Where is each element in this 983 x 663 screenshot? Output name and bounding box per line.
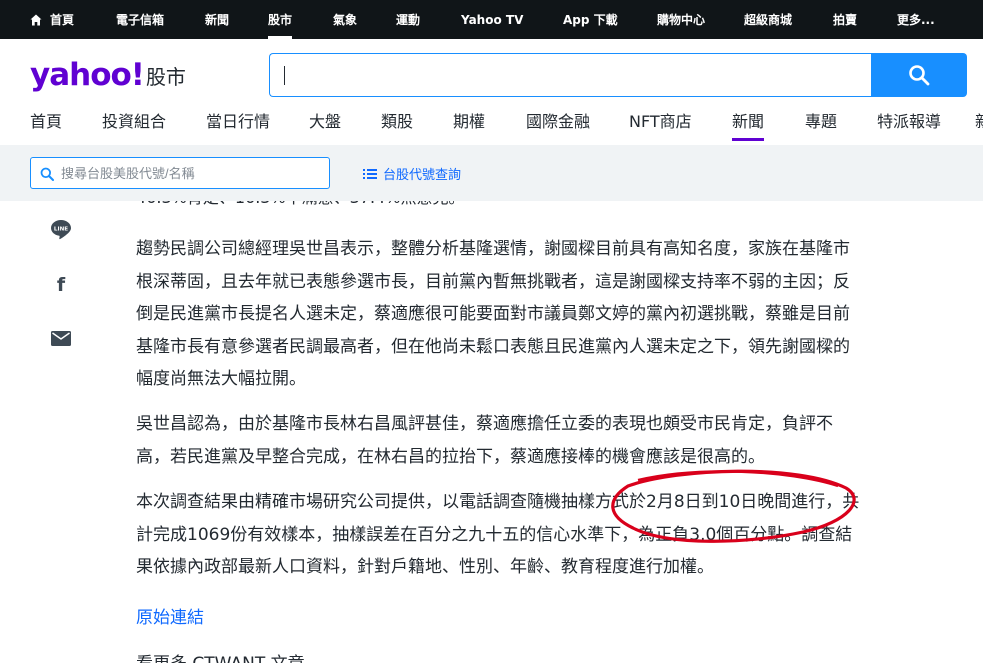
topnav-home[interactable]: 首頁 <box>30 0 74 39</box>
source-link[interactable]: 原始連結 <box>136 603 204 628</box>
yahoo-stock-logo[interactable]: yahoo! 股市 <box>30 56 186 92</box>
tab-news[interactable]: 新聞 <box>732 107 765 141</box>
yahoo-logo-text: yahoo! <box>30 57 145 93</box>
share-mail-button[interactable] <box>48 325 74 351</box>
topnav-mail[interactable]: 電子信箱 <box>116 0 164 39</box>
stock-search-input[interactable] <box>31 158 329 188</box>
share-line-button[interactable]: LINE <box>48 216 74 242</box>
article-paragraph: 吳世昌認為，由於基隆市長林右昌風評甚佳，蔡適應擔任立委的表現也頗受市民肯定，負評… <box>136 414 833 467</box>
tab-sectors[interactable]: 類股 <box>381 107 413 141</box>
topnav-sports[interactable]: 運動 <box>396 0 420 39</box>
tab-options[interactable]: 期權 <box>453 107 485 141</box>
tab-topics[interactable]: 專題 <box>805 107 837 141</box>
topnav-stocks[interactable]: 股市 <box>268 0 293 39</box>
topnav-app-download[interactable]: App 下載 <box>563 0 618 39</box>
main-search-box[interactable] <box>269 53 871 97</box>
logo-section-label: 股市 <box>145 65 186 89</box>
tab-daily-quotes[interactable]: 當日行情 <box>206 107 270 141</box>
topnav-auction[interactable]: 拍賣 <box>833 0 857 39</box>
cut-off-line: 46.3%肯定、16.3%不滿意、37.4%無意見。 <box>136 201 465 209</box>
more-articles-heading: 看更多 CTWANT 文章 <box>136 649 305 663</box>
stock-search-box[interactable] <box>30 157 330 189</box>
facebook-icon-text: f <box>57 274 66 294</box>
line-icon: LINE <box>51 219 71 239</box>
top-navigation-bar: 首頁 電子信箱 新聞 股市 氣象 運動 Yahoo TV App 下載 購物中心… <box>0 0 983 39</box>
tab-special-reports[interactable]: 特派報導 <box>877 107 941 141</box>
tab-new-cutoff[interactable]: 新 <box>975 107 983 141</box>
topnav-yahoo-tv[interactable]: Yahoo TV <box>461 0 523 39</box>
topnav-more[interactable]: 更多... <box>897 0 935 39</box>
tab-portfolio[interactable]: 投資組合 <box>102 107 166 141</box>
text-caret <box>284 66 285 85</box>
topnav-shopping[interactable]: 購物中心 <box>657 0 705 39</box>
article-body: 46.3%肯定、16.3%不滿意、37.4%無意見。 趨勢民調公司總經理吳世昌表… <box>136 201 860 663</box>
stock-code-lookup-label: 台股代號查詢 <box>383 168 462 183</box>
topnav-weather[interactable]: 氣象 <box>333 0 357 39</box>
stock-code-lookup-link[interactable]: 台股代號查詢 <box>363 164 461 183</box>
share-facebook-button[interactable]: f <box>48 271 74 297</box>
tab-home[interactable]: 首頁 <box>30 107 62 141</box>
mail-icon <box>51 330 71 346</box>
home-icon <box>30 14 42 26</box>
article-paragraph: 趨勢民調公司總經理吳世昌表示，整體分析基隆選情，謝國樑目前具有高知名度，家族在基… <box>136 239 850 389</box>
search-icon <box>40 167 54 181</box>
topnav-label: 首頁 <box>50 13 75 27</box>
topnav-news[interactable]: 新聞 <box>205 0 229 39</box>
tab-international[interactable]: 國際金融 <box>526 107 590 141</box>
search-icon <box>909 65 930 86</box>
search-button[interactable] <box>871 53 967 97</box>
main-search-input[interactable] <box>270 54 871 96</box>
stock-section-nav: 首頁 投資組合 當日行情 大盤 類股 期權 國際金融 NFT商店 新聞 專題 特… <box>0 107 983 145</box>
article-paragraph: 本次調查結果由精確市場研究公司提供，以電話調查隨機抽樣方式於2月8日到10日晚間… <box>136 492 860 577</box>
topnav-mall[interactable]: 超級商城 <box>744 0 792 39</box>
tab-nft-store[interactable]: NFT商店 <box>629 107 692 141</box>
line-icon-text: LINE <box>54 226 68 232</box>
list-icon <box>363 168 377 179</box>
facebook-icon: f <box>57 274 66 294</box>
tab-market[interactable]: 大盤 <box>309 107 341 141</box>
